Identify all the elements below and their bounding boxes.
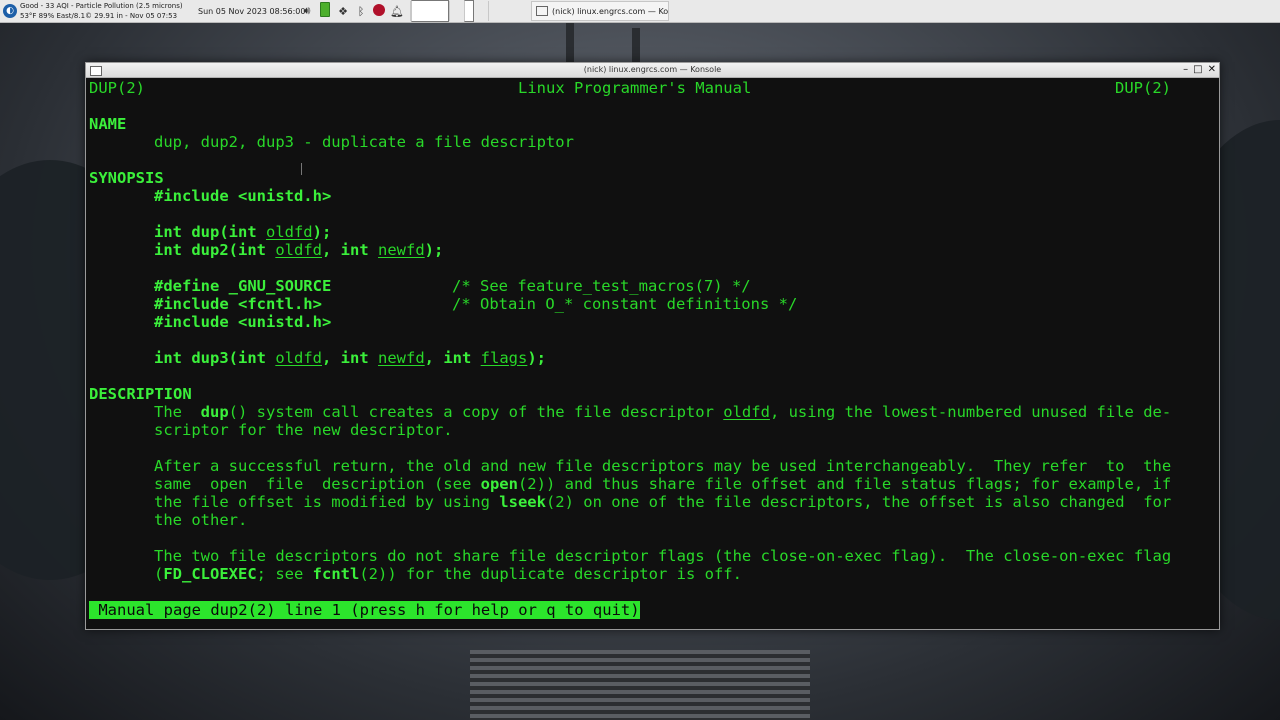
battery-icon[interactable] (318, 2, 332, 20)
name-text: dup, dup2, dup3 - duplicate a file descr… (154, 133, 574, 151)
notifications-bell-icon[interactable]: 🔔︎ (390, 5, 404, 18)
close-button[interactable]: ✕ (1208, 63, 1216, 77)
window-thumbnail-icon (464, 0, 474, 22)
workspace-3[interactable] (488, 1, 527, 21)
man-header-right: DUP(2) (1115, 79, 1171, 97)
taskbar-konsole-button[interactable]: (nick) linux.engrcs.com — Ko... (531, 1, 669, 21)
synopsis-line: int dup2(int oldfd, int newfd); (154, 241, 444, 259)
workspace-1[interactable] (410, 0, 449, 22)
description-line: same open file description (see open(2))… (154, 475, 1172, 493)
dropbox-icon[interactable]: ❖ (336, 5, 350, 18)
synopsis-line: #define _GNU_SOURCE (154, 277, 332, 295)
synopsis-comment: /* See feature_test_macros(7) */ (452, 277, 751, 295)
window-menu-icon[interactable] (90, 66, 102, 76)
synopsis-line: #include <unistd.h> (154, 313, 332, 331)
konsole-window: (nick) linux.engrcs.com — Konsole – □ ✕ … (85, 62, 1220, 630)
description-line: scriptor for the new descriptor. (154, 421, 453, 439)
section-description-heading: DESCRIPTION (89, 385, 192, 403)
window-title: (nick) linux.engrcs.com — Konsole (583, 65, 722, 74)
man-header-left: DUP(2) (89, 79, 145, 97)
workspace-2[interactable] (449, 0, 488, 22)
workspace-pager (410, 0, 527, 22)
taskbar-konsole-label: (nick) linux.engrcs.com — Ko... (552, 6, 669, 16)
synopsis-line: int dup3(int oldfd, int newfd, int flags… (154, 349, 547, 367)
description-line: the other. (154, 511, 248, 529)
weather-widget[interactable]: Good - 33 AQI - Particle Pollution (2.5 … (20, 1, 196, 21)
synopsis-line: #include <unistd.h> (154, 187, 332, 205)
system-tray: 🔊︎ ❖ ᛒ 🔔︎ (300, 2, 404, 20)
maximize-button[interactable]: □ (1193, 63, 1202, 77)
air-quality-text: Good - 33 AQI - Particle Pollution (2.5 … (20, 2, 183, 10)
synopsis-line: int dup(int oldfd); (154, 223, 332, 241)
description-line: After a successful return, the old and n… (154, 457, 1172, 475)
synopsis-comment: /* Obtain O_* constant definitions */ (452, 295, 798, 313)
window-thumbnail-icon (411, 0, 449, 22)
section-name-heading: NAME (89, 115, 127, 133)
window-titlebar[interactable]: (nick) linux.engrcs.com — Konsole – □ ✕ (86, 63, 1219, 78)
man-header-center: Linux Programmer's Manual (518, 79, 752, 97)
record-icon[interactable] (372, 3, 386, 19)
clock[interactable]: Sun 05 Nov 2023 08:56:00 (198, 7, 305, 16)
description-line: (FD_CLOEXEC; see fcntl(2)) for the dupli… (154, 565, 742, 583)
pager-status-line: Manual page dup2(2) line 1 (press h for … (89, 601, 640, 619)
minimize-button[interactable]: – (1183, 63, 1188, 77)
section-synopsis-heading: SYNOPSIS (89, 169, 164, 187)
description-line: The two file descriptors do not share fi… (154, 547, 1172, 565)
bluetooth-icon[interactable]: ᛒ (354, 5, 368, 18)
terminal-area[interactable]: DUP(2) Linux Programmer's Manual DUP(2) … (89, 79, 1215, 625)
app-launcher-icon[interactable]: ◐ (3, 4, 17, 18)
mouse-cursor-icon (301, 163, 308, 175)
weather-text: 53°F 89% East/8.1© 29.91 in - Nov 05 07:… (20, 12, 178, 20)
terminal-icon (536, 6, 548, 16)
top-panel: ◐ Good - 33 AQI - Particle Pollution (2.… (0, 0, 1280, 23)
synopsis-line: #include <fcntl.h> (154, 295, 322, 313)
description-line: the file offset is modified by using lse… (154, 493, 1172, 511)
description-line: The dup() system call creates a copy of … (154, 403, 1172, 421)
volume-icon[interactable]: 🔊︎ (300, 4, 314, 18)
